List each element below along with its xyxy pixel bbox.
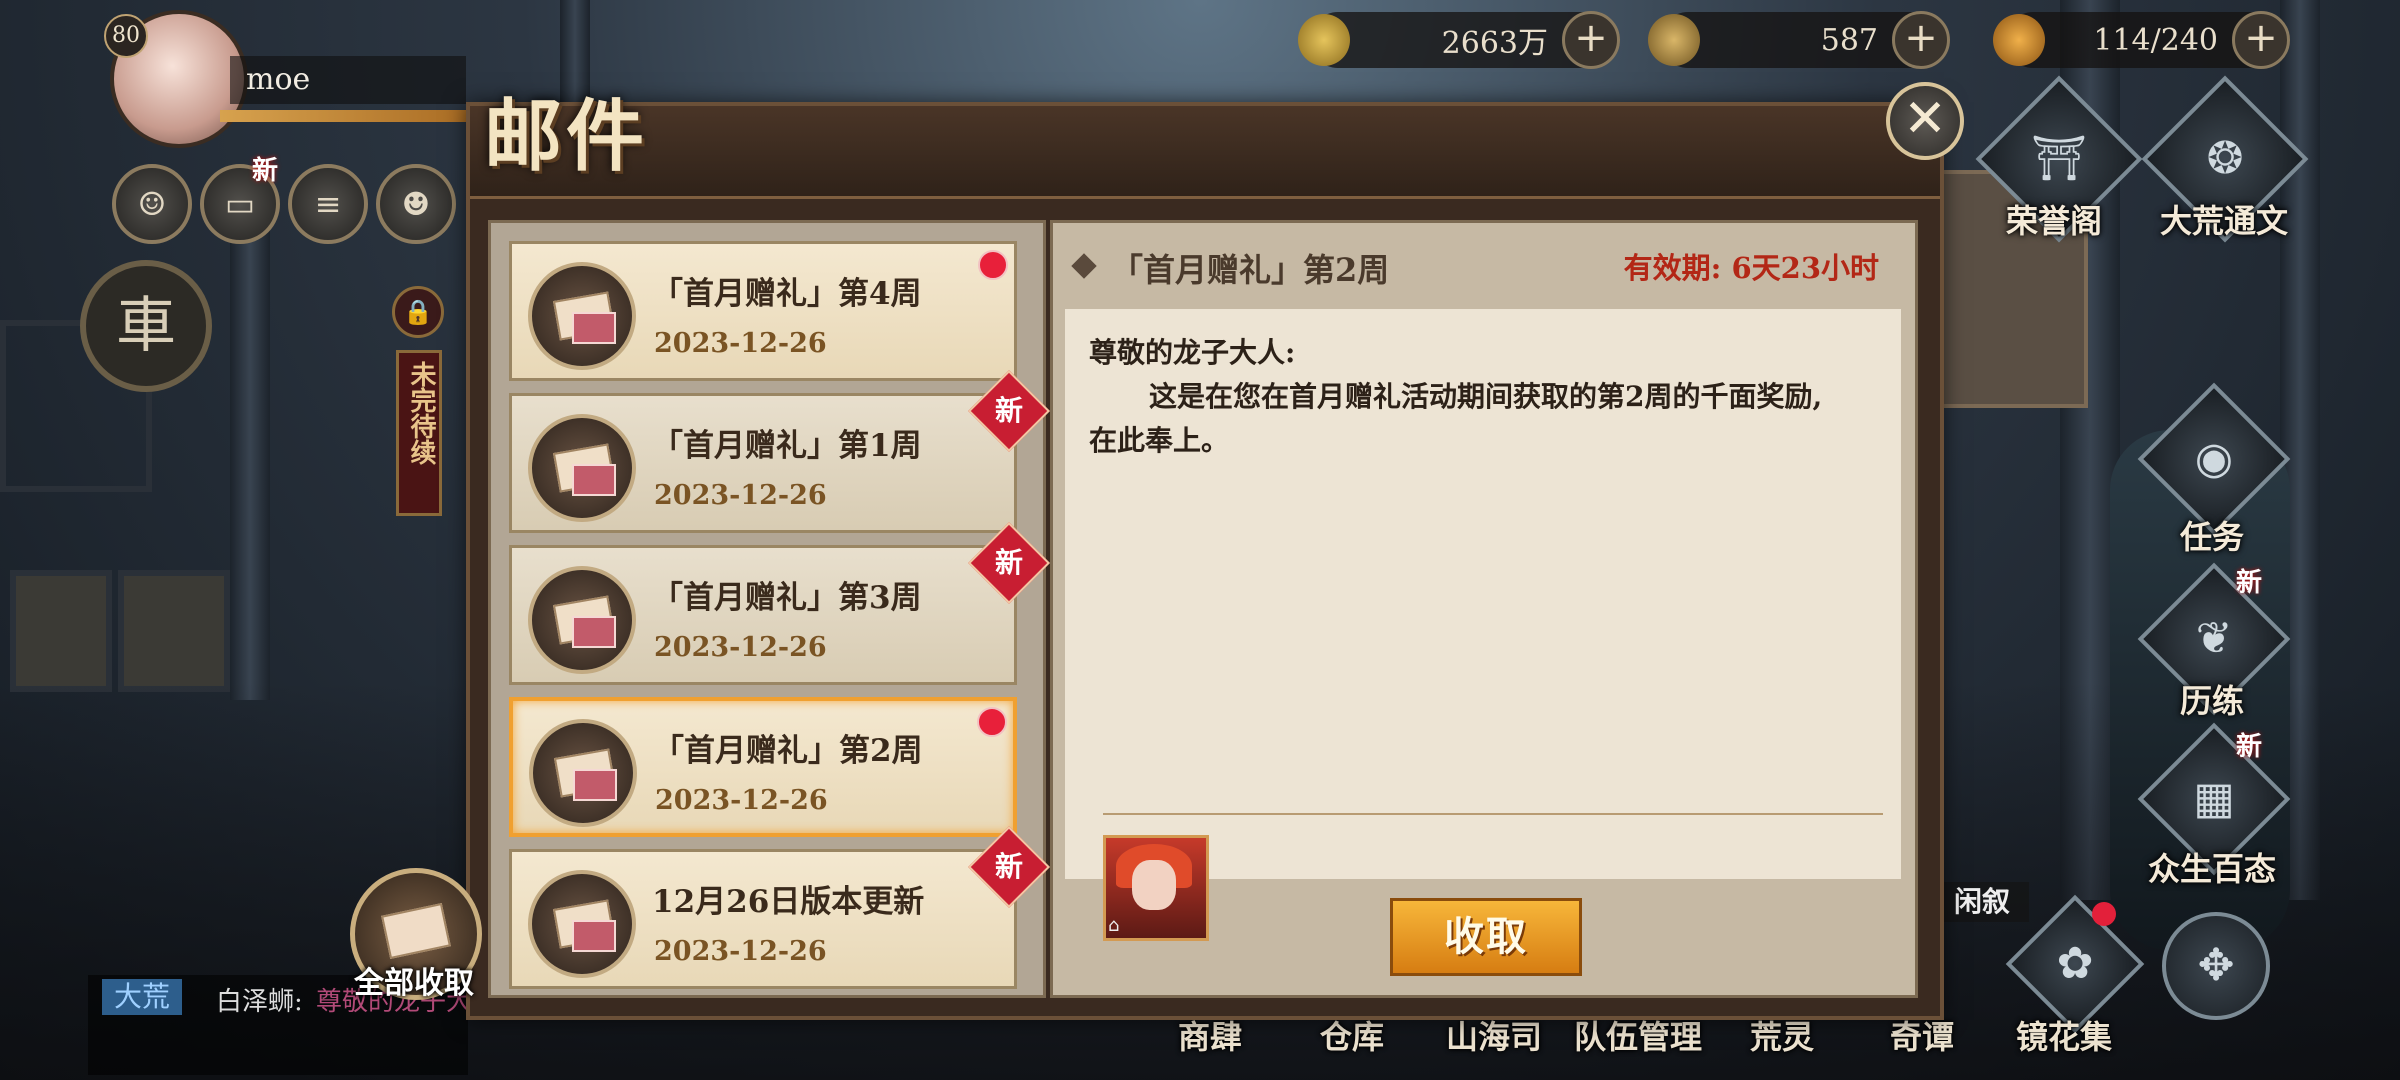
notes-button[interactable]: ≡ bbox=[288, 164, 368, 244]
cards-icon: ▦ bbox=[2193, 773, 2235, 824]
add-jade-button[interactable]: + bbox=[1892, 11, 1950, 69]
settings-button[interactable]: ✥ bbox=[2162, 912, 2270, 1020]
training-icon: ❦ bbox=[2195, 613, 2233, 664]
honor-hall-label: 荣誉阁 bbox=[2006, 202, 2103, 240]
mail-detail: 「首月赠礼」第2周 有效期: 6天23小时 尊敬的龙子大人: 这是在您在首月赠礼… bbox=[1050, 220, 1918, 998]
player-name: moe bbox=[230, 56, 466, 104]
diamond-bullet-icon bbox=[1071, 253, 1097, 279]
chat-channel: 大荒 bbox=[102, 979, 183, 1015]
unread-dot bbox=[978, 250, 1008, 280]
gold-resource: 2663万 + bbox=[1298, 11, 1620, 69]
mail-item-title: 12月26日版本更新 bbox=[652, 884, 925, 920]
jade-resource: 587 + bbox=[1648, 11, 1950, 69]
mail-item-date: 2023-12-26 bbox=[654, 632, 827, 663]
mail-item[interactable]: 「首月赠礼」第4周 2023-12-26 bbox=[509, 241, 1017, 381]
cards-label: 众生百态 bbox=[2148, 850, 2277, 888]
mail-item[interactable]: 「首月赠礼」第1周 2023-12-26 bbox=[509, 393, 1017, 533]
mail-content: 尊敬的龙子大人: 这是在您在首月赠礼活动期间获取的第2周的千面奖励, 在此奉上。… bbox=[1065, 309, 1901, 941]
unfinished-banner: 未完待续 bbox=[396, 350, 442, 516]
mail-header bbox=[470, 106, 1940, 199]
mirror-red-dot bbox=[2092, 902, 2116, 926]
hanger-icon: ⌂ bbox=[1108, 915, 1120, 936]
friends-icon: ☺ bbox=[137, 185, 167, 223]
stamina-resource: 114/240 + bbox=[1993, 11, 2290, 69]
scroll-label: 大荒通文 bbox=[2160, 202, 2289, 240]
player-level: 80 bbox=[104, 14, 148, 58]
stamina-icon bbox=[1993, 14, 2045, 66]
cards-new-badge: 新 bbox=[2236, 732, 2263, 762]
mail-item-selected[interactable]: 「首月赠礼」第2周 2023-12-26 bbox=[509, 697, 1017, 837]
mail-item[interactable]: 12月26日版本更新 2023-12-26 bbox=[509, 849, 1017, 989]
mail-envelope-icon bbox=[528, 566, 636, 674]
unfinished-banner-label: 未完待续 bbox=[406, 361, 436, 465]
mail-list[interactable]: 「首月赠礼」第4周 2023-12-26 「首月赠礼」第1周 2023-12-2… bbox=[488, 220, 1046, 998]
claim-button[interactable]: 收取 bbox=[1390, 898, 1582, 976]
mail-item[interactable]: 「首月赠礼」第3周 2023-12-26 bbox=[509, 545, 1017, 685]
close-button[interactable]: ✕ bbox=[1886, 82, 1964, 160]
mail-envelope-icon bbox=[529, 719, 637, 827]
training-new-badge: 新 bbox=[2236, 568, 2263, 598]
mail-item-date: 2023-12-26 bbox=[655, 785, 828, 816]
mail-item-date: 2023-12-26 bbox=[654, 480, 827, 511]
add-gold-button[interactable]: + bbox=[1562, 11, 1620, 69]
mail-item-title: 「首月赠礼」第4周 bbox=[652, 276, 922, 312]
side-tag[interactable]: 闲叙 bbox=[1935, 882, 2029, 922]
mail-body-line: 这是在您在首月赠礼活动期间获取的第2周的千面奖励, bbox=[1149, 380, 1823, 413]
mail-envelope-icon bbox=[528, 870, 636, 978]
jade-icon bbox=[1648, 14, 1700, 66]
quest-label: 任务 bbox=[2180, 518, 2245, 556]
mail-item-title: 「首月赠礼」第2周 bbox=[653, 733, 923, 769]
training-label: 历练 bbox=[2180, 682, 2245, 720]
mail-title: 邮件 bbox=[484, 91, 649, 182]
envelope-icon bbox=[381, 903, 451, 959]
mail-item-title: 「首月赠礼」第1周 bbox=[652, 428, 922, 464]
mirror-icon: ✿ bbox=[2056, 938, 2094, 989]
player-xp-bar bbox=[220, 110, 480, 122]
chat-speaker: 白泽蛳: bbox=[216, 987, 303, 1017]
ticket-icon: ▭ bbox=[224, 185, 256, 223]
friends-button[interactable]: ☺ bbox=[112, 164, 192, 244]
mail-item-title: 「首月赠礼」第3周 bbox=[652, 580, 922, 616]
mail-envelope-icon bbox=[528, 262, 636, 370]
mail-validity: 有效期: 6天23小时 bbox=[1623, 251, 1879, 285]
reward-item[interactable]: ⌂ bbox=[1103, 835, 1209, 941]
mail-envelope-icon bbox=[528, 414, 636, 522]
mail-item-date: 2023-12-26 bbox=[654, 936, 827, 967]
compass-icon: ✥ bbox=[2197, 940, 2235, 991]
pet-icon: ☻ bbox=[401, 185, 431, 223]
quest-icon: ◉ bbox=[2194, 433, 2234, 484]
mail-greeting: 尊敬的龙子大人: bbox=[1089, 336, 1296, 369]
add-stamina-button[interactable]: + bbox=[2232, 11, 2290, 69]
close-icon: ✕ bbox=[1903, 89, 1947, 149]
pet-button[interactable]: ☻ bbox=[376, 164, 456, 244]
coin-icon bbox=[1298, 14, 1350, 66]
mail-body-line: 在此奉上。 bbox=[1089, 424, 1230, 457]
claim-all-label[interactable]: 全部收取 bbox=[354, 958, 474, 1002]
notes-icon: ≡ bbox=[314, 185, 342, 223]
ticket-new-badge: 新 bbox=[252, 156, 279, 186]
mail-item-date: 2023-12-26 bbox=[654, 328, 827, 359]
unread-dot bbox=[977, 707, 1007, 737]
divider bbox=[1103, 813, 1883, 815]
nav-mirror[interactable]: 镜花集 bbox=[2016, 1012, 2112, 1058]
mail-detail-title: 「首月赠礼」第2周 bbox=[1111, 251, 1390, 289]
lock-icon: 🔒 bbox=[392, 286, 444, 338]
